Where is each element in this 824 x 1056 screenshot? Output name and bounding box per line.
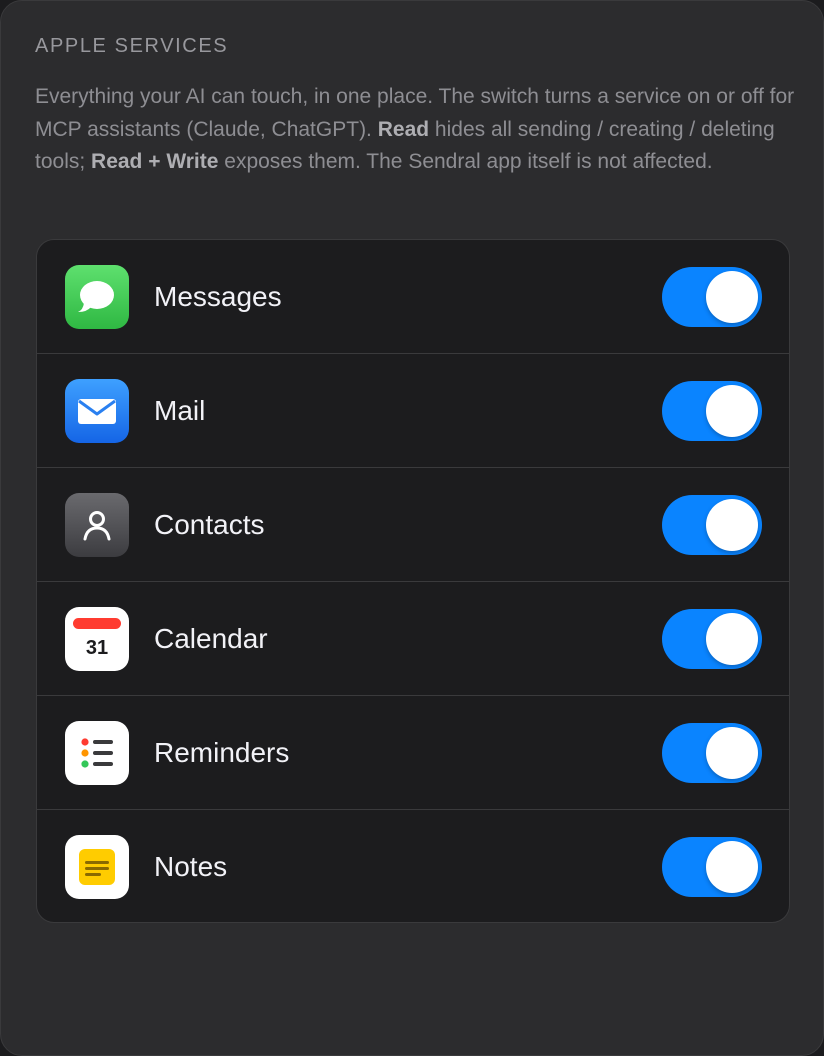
toggle-knob — [706, 841, 758, 893]
calendar-toggle[interactable] — [662, 609, 762, 669]
service-label: Calendar — [154, 623, 268, 654]
description-read-label: Read — [377, 117, 430, 141]
service-row-mail: Mail — [37, 354, 789, 468]
description-read-write-label: Read + Write — [91, 150, 219, 173]
service-row-notes: Notes — [37, 810, 789, 922]
toggle-knob — [706, 499, 758, 551]
service-label: Notes — [154, 851, 228, 882]
messages-toggle[interactable] — [662, 267, 762, 327]
notes-toggle[interactable] — [662, 837, 762, 897]
toggle-knob — [706, 271, 758, 323]
service-row-contacts: Contacts — [37, 468, 789, 582]
section-title: APPLE SERVICES — [35, 35, 229, 57]
calendar-icon: 31 — [65, 607, 129, 671]
contacts-icon — [65, 493, 129, 557]
notes-icon — [65, 835, 129, 899]
messages-icon — [65, 265, 129, 329]
reminders-icon — [65, 721, 129, 785]
service-label: Reminders — [154, 737, 290, 768]
toggle-knob — [706, 613, 758, 665]
service-row-calendar: 31 Calendar — [37, 582, 789, 696]
calendar-icon-day: 31 — [86, 637, 108, 659]
description-part-3: exposes them. The Sendral app itself is … — [218, 150, 713, 173]
toggle-knob — [706, 385, 758, 437]
apple-services-panel: APPLE SERVICES Everything your AI can to… — [0, 0, 824, 1056]
service-label: Mail — [154, 395, 206, 426]
service-row-reminders: Reminders — [37, 696, 789, 810]
service-label: Contacts — [154, 509, 265, 540]
mail-icon — [65, 379, 129, 443]
services-list: Messages Mail Contacts 31 Calendar Remin… — [36, 239, 790, 923]
toggle-knob — [706, 727, 758, 779]
service-row-messages: Messages — [37, 240, 789, 354]
mail-toggle[interactable] — [662, 381, 762, 441]
contacts-toggle[interactable] — [662, 495, 762, 555]
reminders-toggle[interactable] — [662, 723, 762, 783]
service-label: Messages — [154, 281, 282, 312]
section-description: Everything your AI can touch, in one pla… — [35, 81, 805, 179]
